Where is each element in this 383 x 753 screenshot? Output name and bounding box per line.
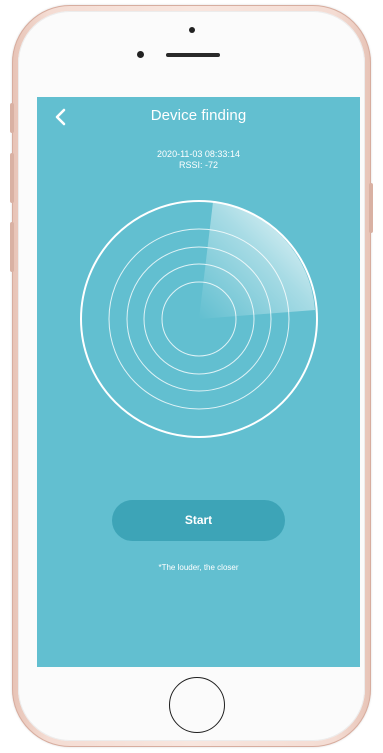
radar-graphic [80,200,318,438]
camera-icon [189,27,195,33]
home-button[interactable] [169,677,225,733]
speaker-grille [166,53,220,57]
timestamp-text: 2020-11-03 08:33:14 [157,149,240,159]
phone-side-button-left-middle [10,153,14,203]
radar-sweep [199,202,315,319]
rssi-text: RSSI: -72 [178,160,218,170]
page-title: Device finding [150,107,247,124]
start-button[interactable]: Start [112,500,285,541]
app-screen: Device finding 2020-11-03 08:33:14 RSSI:… [37,97,360,667]
hint-text: *The louder, the closer [158,563,239,572]
front-sensor-icon [137,51,144,58]
phone-side-button-left-top [10,103,14,133]
phone-side-button-right [369,183,373,233]
radar-scan-icon [78,198,320,440]
phone-side-button-left-bottom [10,222,14,272]
